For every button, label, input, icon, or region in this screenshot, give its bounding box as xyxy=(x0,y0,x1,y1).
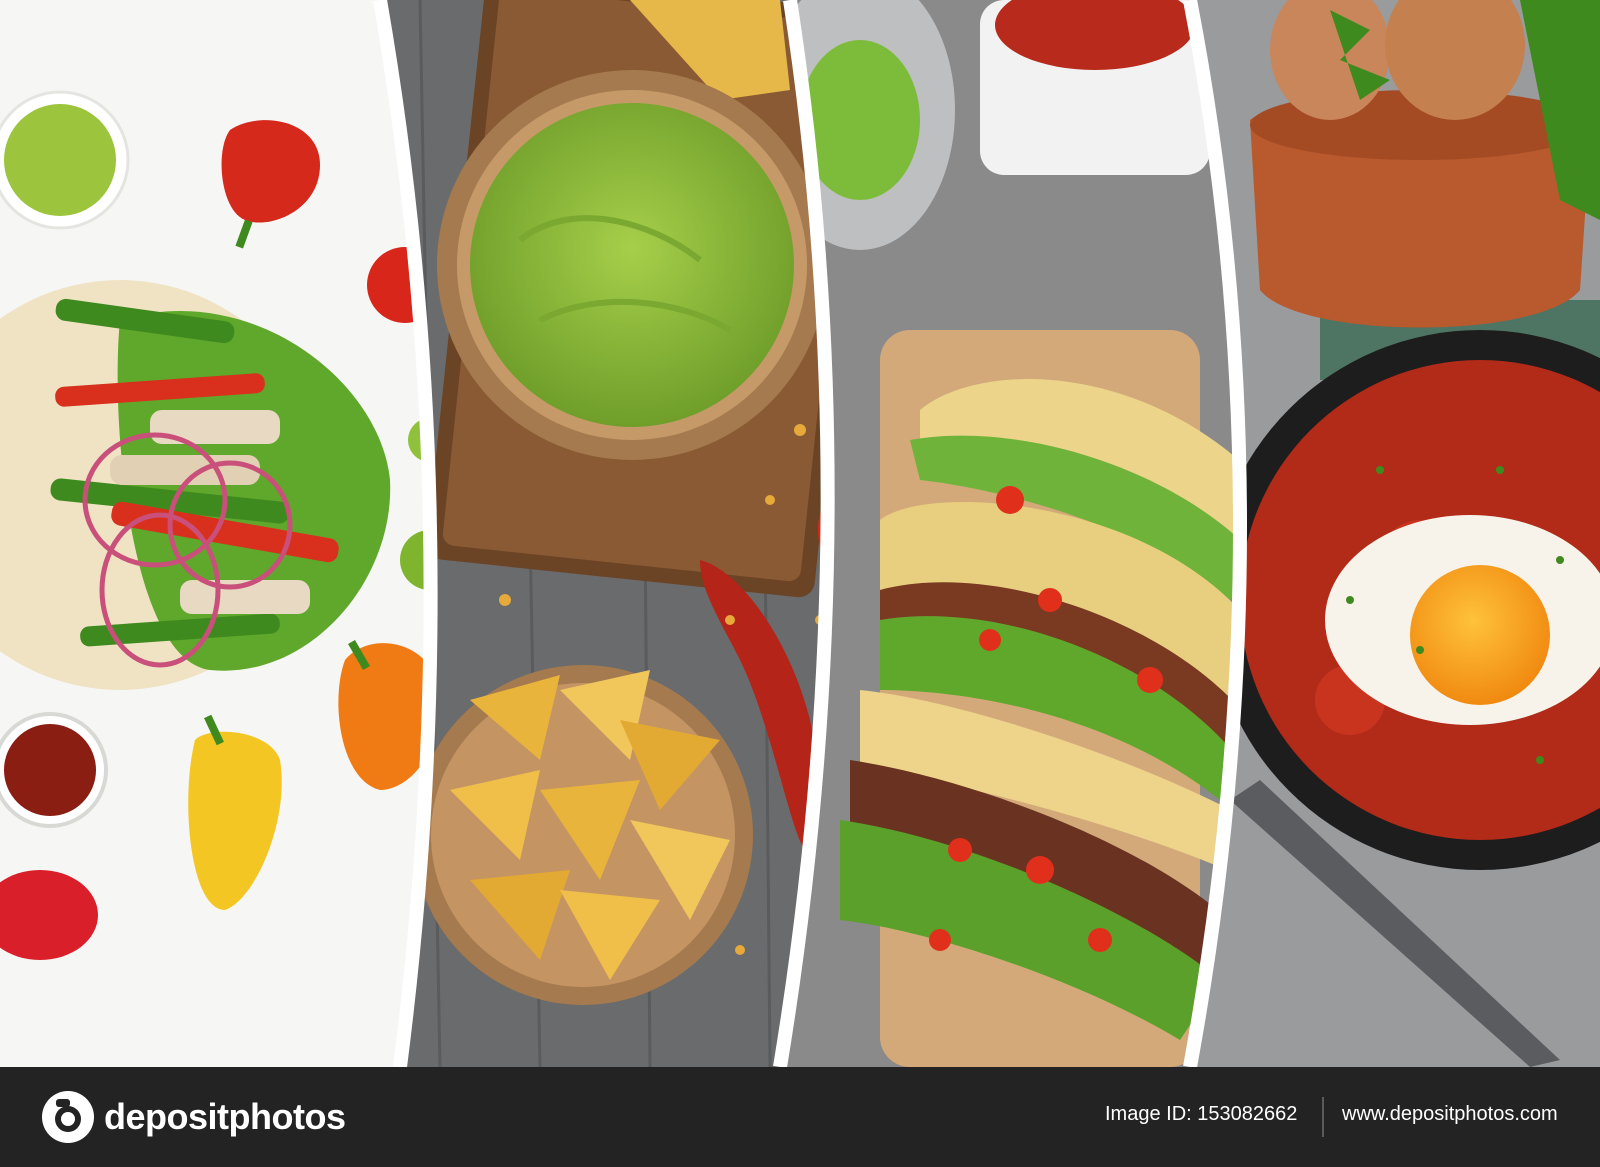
image-id-label: Image ID: 153082662 xyxy=(1105,1103,1298,1125)
brand-name: depositphotos xyxy=(104,1096,346,1137)
depositphotos-logo: depositphotos xyxy=(40,1087,346,1147)
footer-divider xyxy=(1322,1097,1324,1137)
food-collage-photo xyxy=(0,0,1600,1067)
stock-photo: depositphotos Image ID: 153082662 www.de… xyxy=(0,0,1600,1167)
camera-icon xyxy=(42,1091,94,1143)
watermark-footer: depositphotos Image ID: 153082662 www.de… xyxy=(0,1067,1600,1167)
website-url: www.depositphotos.com xyxy=(1342,1103,1558,1125)
